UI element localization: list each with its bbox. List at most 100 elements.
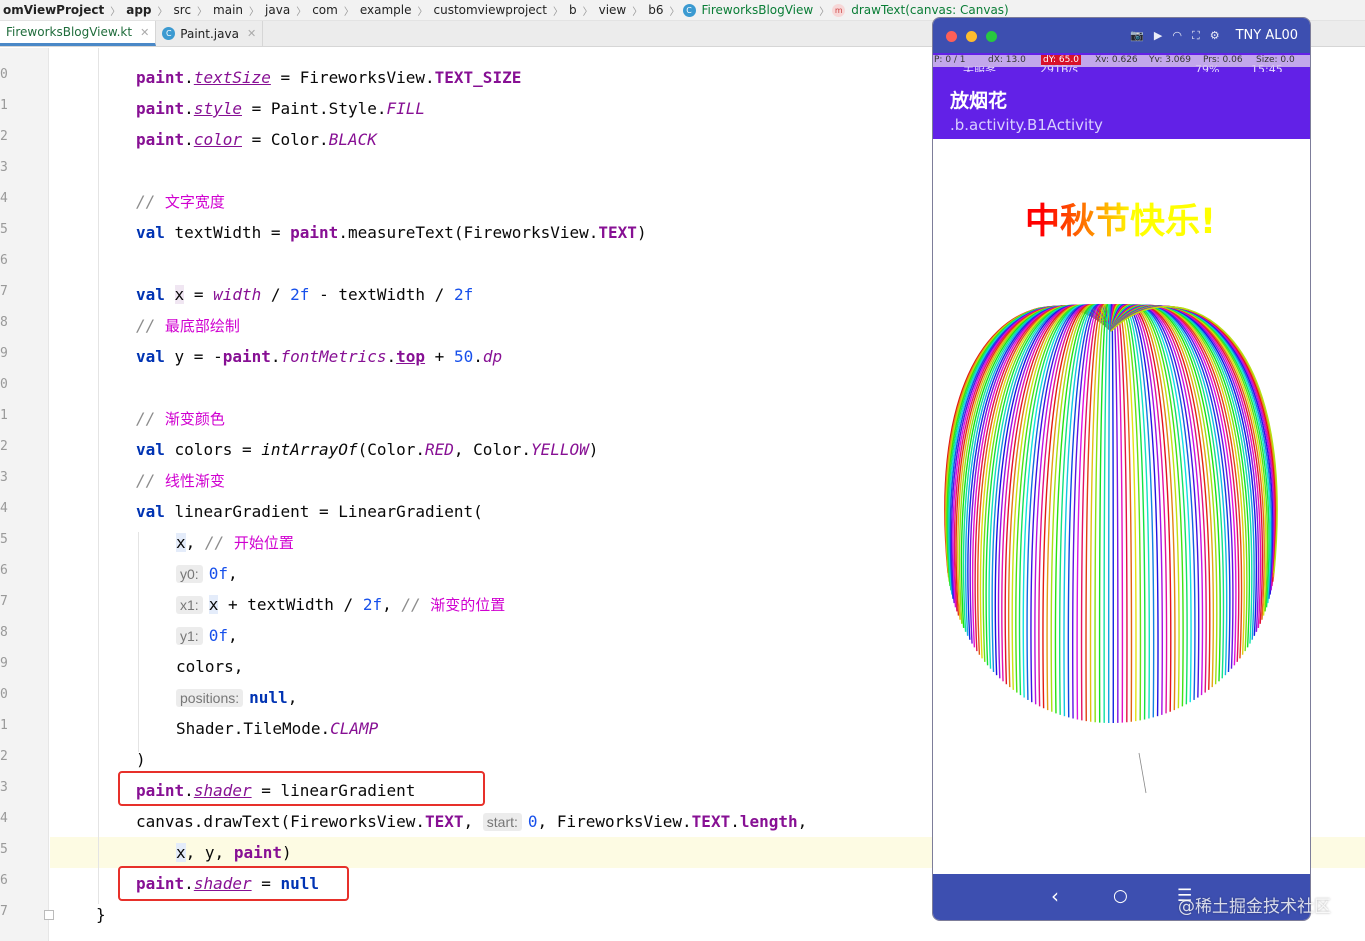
fireworks-canvas[interactable]: 中秋节快乐! — [933, 143, 1311, 873]
line-number: 5 — [0, 842, 8, 857]
maximize-window-button[interactable] — [986, 31, 997, 42]
code-line: } — [96, 905, 106, 924]
emulator-window: 📷 ▶ ◠ ⛶ ⚙ TNY AL00 无服务 291B/s 79% 15:45 … — [932, 17, 1311, 921]
code-line: val linearGradient = LinearGradient( — [136, 502, 483, 521]
highlight-box — [118, 866, 349, 901]
code-comment: // 最底部绘制 — [136, 316, 240, 335]
line-number: 7 — [0, 904, 8, 919]
tab-label: Paint.java — [180, 26, 239, 41]
app-title: 放烟花 — [950, 90, 1008, 112]
pointer-count: P: 0 / 1 — [934, 55, 966, 65]
watermark: @稀土掘金技术社区 — [1178, 897, 1331, 917]
chevron-right-icon: 〉 — [582, 6, 593, 18]
firework-strand — [1110, 304, 1114, 723]
fullscreen-icon[interactable]: ⛶ — [1192, 29, 1200, 43]
highlight-box — [118, 771, 485, 806]
code-comment: // 线性渐变 — [136, 471, 225, 490]
chevron-right-icon: 〉 — [296, 6, 307, 18]
pointer-size: Size: 0.0 — [1256, 55, 1295, 65]
chevron-right-icon: 〉 — [417, 6, 428, 18]
parameter-hint: start: — [482, 813, 522, 831]
line-number: 0 — [0, 377, 8, 392]
rising-trail — [1138, 752, 1147, 794]
activity-name: .b.activity.B1Activity — [950, 116, 1103, 134]
firework-strand — [1110, 304, 1133, 722]
line-number: 7 — [0, 284, 8, 299]
code-line: val textWidth = paint.measureText(Firewo… — [136, 223, 647, 242]
method-icon: m — [832, 3, 846, 17]
canvas-text: 中秋节快乐! — [1025, 202, 1216, 242]
java-class-icon: C — [162, 27, 176, 40]
tab-fireworksblogview-kt[interactable]: FireworksBlogView.kt ✕ — [0, 21, 157, 46]
line-number-gutter: 0 1 2 3 4 5 6 7 8 9 0 1 2 3 4 5 6 7 8 9 … — [0, 48, 54, 941]
device-model: TNY AL00 — [1235, 28, 1298, 43]
line-number: 3 — [0, 160, 8, 175]
chevron-right-icon: 〉 — [110, 6, 121, 18]
chevron-right-icon: 〉 — [552, 6, 563, 18]
minimize-window-button[interactable] — [966, 31, 977, 42]
chevron-right-icon: 〉 — [669, 6, 680, 18]
headphones-icon[interactable]: ◠ — [1172, 29, 1182, 42]
settings-icon[interactable]: ⚙ — [1210, 29, 1220, 42]
breadcrumb-item-project[interactable]: omViewProject — [0, 3, 107, 17]
close-icon[interactable]: ✕ — [140, 26, 149, 39]
line-number: 0 — [0, 687, 8, 702]
code-line: paint.style = Paint.Style.FILL — [136, 99, 426, 118]
close-icon[interactable]: ✕ — [247, 27, 256, 40]
breadcrumb-item-class[interactable]: FireworksBlogView — [699, 3, 817, 17]
camera-icon[interactable]: 📷 — [1130, 29, 1144, 42]
breadcrumb-item-example[interactable]: example — [357, 3, 415, 17]
line-number: 9 — [0, 656, 8, 671]
fold-marker-icon[interactable] — [44, 910, 54, 920]
line-number: 5 — [0, 532, 8, 547]
line-number: 0 — [0, 67, 8, 82]
breadcrumb-item-view[interactable]: view — [596, 3, 630, 17]
code-line: canvas.drawText(FireworksView.TEXT, star… — [136, 812, 808, 831]
breadcrumb-item-b[interactable]: b — [566, 3, 580, 17]
breadcrumb-item-method[interactable]: drawText(canvas: Canvas) — [848, 3, 1012, 17]
line-number: 4 — [0, 191, 8, 206]
firework-strand — [1089, 304, 1112, 722]
line-number: 4 — [0, 811, 8, 826]
code-line: x1: x + textWidth / 2f, // 渐变的位置 — [176, 589, 505, 620]
tab-paint-java[interactable]: C Paint.java ✕ — [156, 21, 264, 46]
breadcrumb-item-b6[interactable]: b6 — [645, 3, 666, 17]
code-line: val colors = intArrayOf(Color.RED, Color… — [136, 440, 599, 459]
line-number: 2 — [0, 129, 8, 144]
line-number: 3 — [0, 780, 8, 795]
breadcrumb-item-java[interactable]: java — [262, 3, 293, 17]
breadcrumb-item-customviewproject[interactable]: customviewproject — [430, 3, 549, 17]
breadcrumb-item-main[interactable]: main — [210, 3, 246, 17]
line-number: 4 — [0, 501, 8, 516]
line-number: 6 — [0, 873, 8, 888]
code-line: paint.textSize = FireworksView.TEXT_SIZE — [136, 68, 522, 87]
indent-guide — [98, 48, 99, 904]
breadcrumb-item-src[interactable]: src — [171, 3, 195, 17]
pointer-dx: dX: 13.0 — [988, 55, 1026, 65]
line-number: 8 — [0, 625, 8, 640]
firework-strand — [1018, 304, 1112, 696]
line-number: 3 — [0, 470, 8, 485]
parameter-hint: y1: — [176, 627, 203, 645]
line-number: 1 — [0, 98, 8, 113]
chevron-right-icon: 〉 — [819, 6, 830, 18]
parameter-hint: positions: — [176, 689, 244, 707]
line-number: 1 — [0, 408, 8, 423]
line-number: 5 — [0, 222, 8, 237]
line-number: 8 — [0, 315, 8, 330]
line-number: 6 — [0, 563, 8, 578]
code-comment: // 渐变颜色 — [136, 409, 225, 428]
code-line: Shader.TileMode.CLAMP — [176, 719, 379, 738]
breadcrumb-item-app[interactable]: app — [123, 3, 154, 17]
code-line: val x = width / 2f - textWidth / 2f — [136, 285, 474, 304]
breadcrumb-item-com[interactable]: com — [309, 3, 341, 17]
back-icon[interactable]: ‹ — [1051, 884, 1059, 908]
code-line: val y = -paint.fontMetrics.top + 50.dp — [136, 347, 503, 366]
code-comment: // 文字宽度 — [136, 192, 225, 211]
code-line: colors, — [176, 657, 244, 676]
home-icon[interactable]: ○ — [1113, 886, 1128, 906]
close-window-button[interactable] — [946, 31, 957, 42]
video-icon[interactable]: ▶ — [1154, 29, 1162, 42]
emulator-titlebar: 📷 ▶ ◠ ⛶ ⚙ TNY AL00 — [933, 18, 1310, 53]
line-number: 2 — [0, 439, 8, 454]
